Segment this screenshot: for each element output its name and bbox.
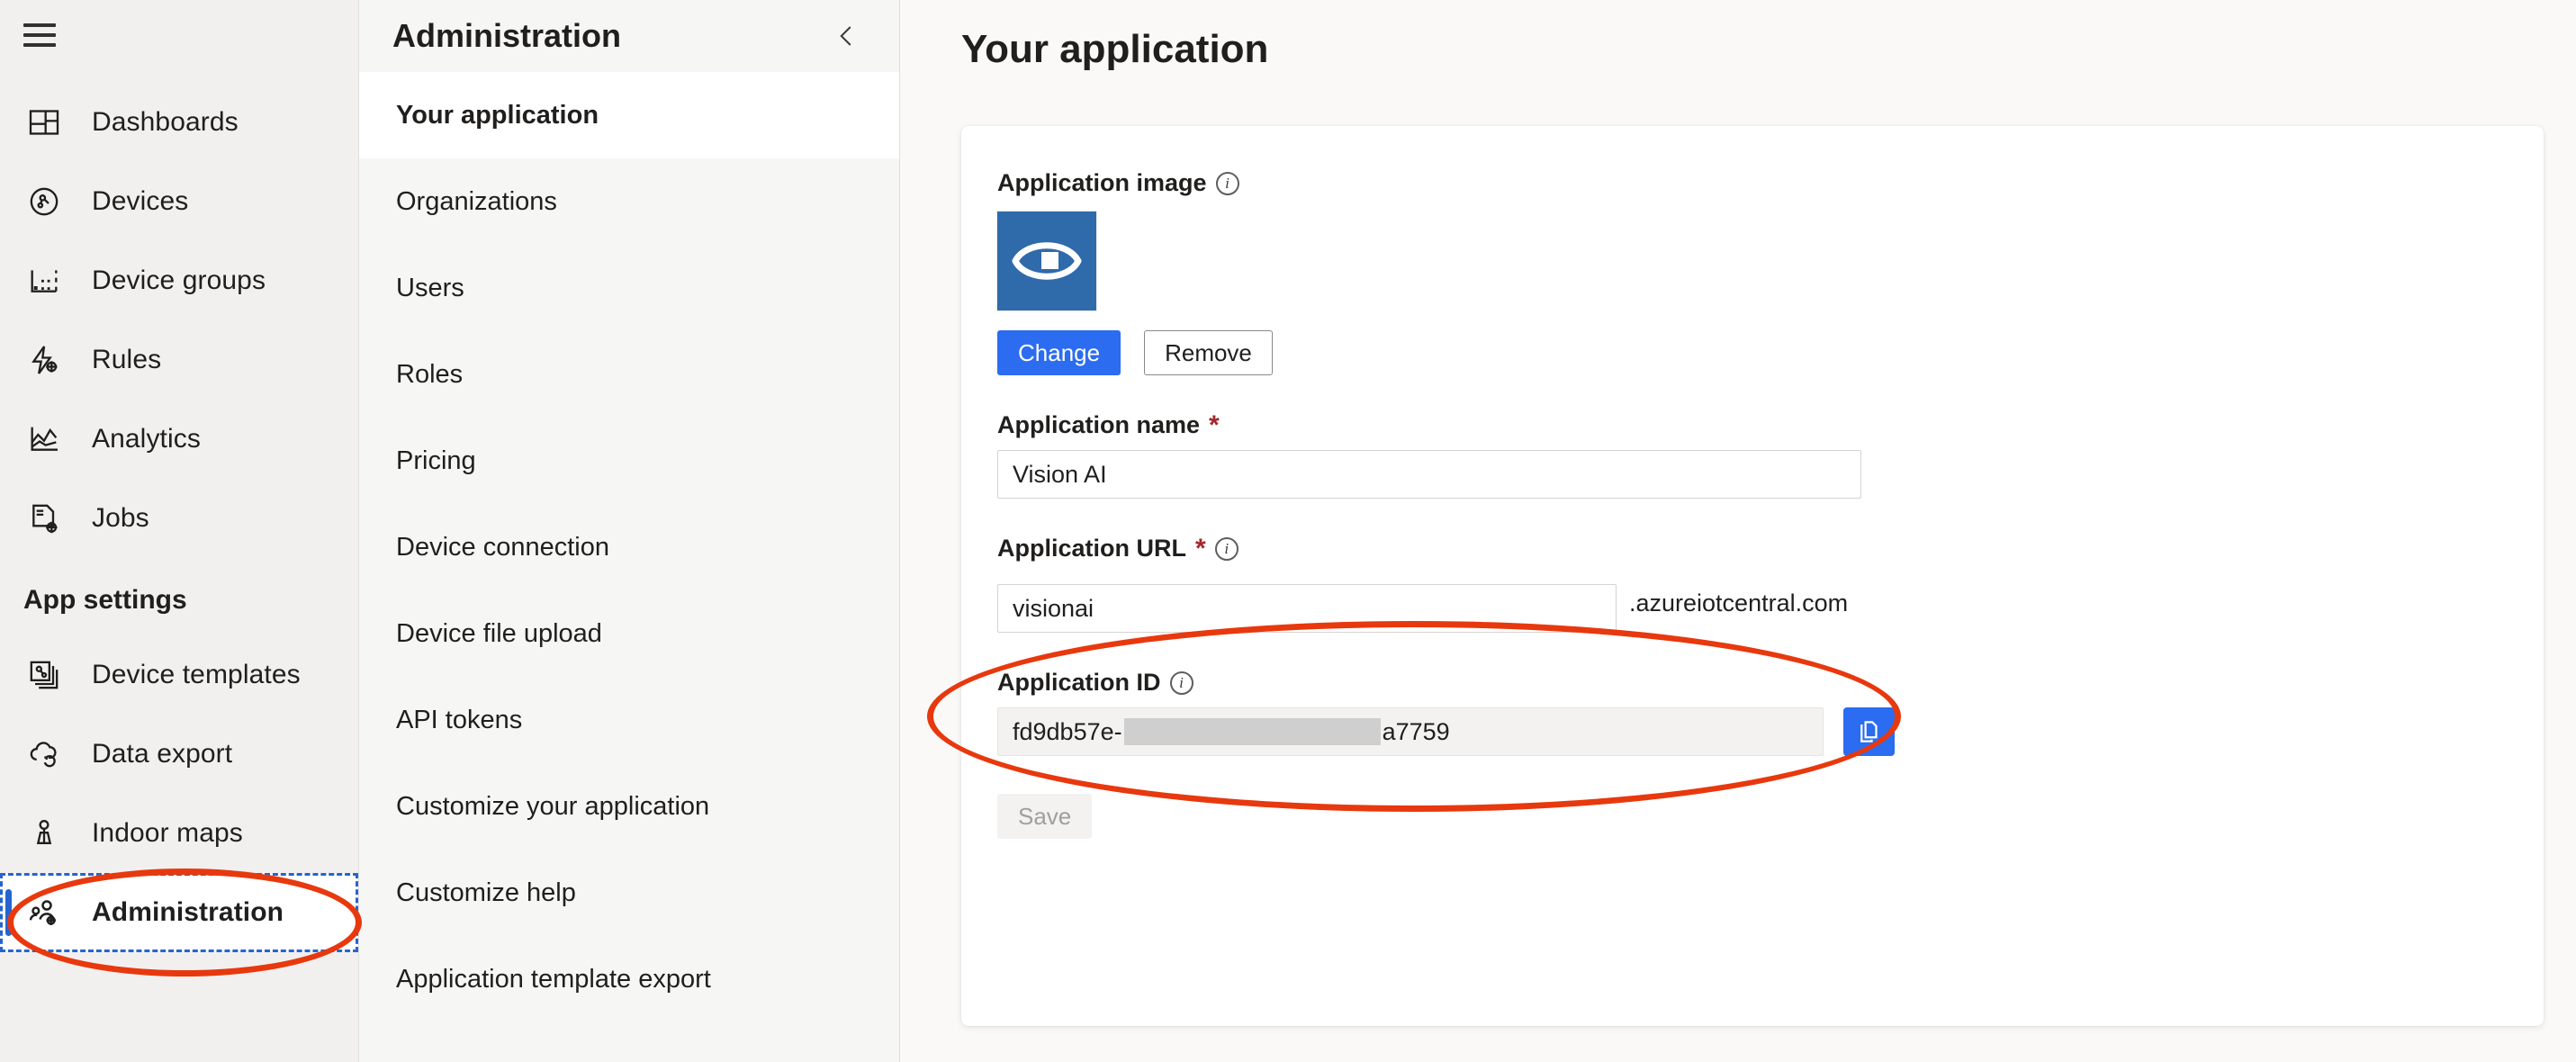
menu-toggle-wrap [0, 0, 358, 70]
subpanel-title: Administration [392, 17, 622, 54]
sidebar-item-label: Data export [92, 739, 233, 769]
remove-image-button[interactable]: Remove [1144, 330, 1273, 375]
subnav-item-device-connection[interactable]: Device connection [359, 504, 899, 590]
sidebar-item-rules[interactable]: Rules [0, 320, 358, 400]
dashboards-icon [23, 102, 65, 143]
subnav-item-roles[interactable]: Roles [359, 331, 899, 418]
save-button-wrap: Save [997, 794, 2544, 839]
rules-icon [23, 339, 65, 381]
hamburger-icon[interactable] [23, 23, 56, 47]
application-id-input[interactable]: fd9db57e-a7759 [997, 707, 1824, 756]
sidebar-item-devices[interactable]: Devices [0, 162, 358, 241]
sidebar-item-label: Device templates [92, 660, 301, 689]
devices-icon [23, 181, 65, 222]
sidebar-item-label: Rules [92, 345, 162, 374]
application-image-label-row: Application image i [997, 169, 2544, 197]
application-name-label: Application name [997, 411, 1201, 438]
application-id-label: Application ID [997, 669, 1161, 696]
application-id-field: Application ID i fd9db57e-a7759 [997, 669, 2544, 756]
sidebar-item-jobs[interactable]: Jobs [0, 479, 358, 558]
sidebar-item-device-templates[interactable]: Device templates [0, 635, 358, 715]
main-content: Your application Application image i Cha… [900, 0, 2576, 1062]
application-url-suffix: .azureiotcentral.com [1629, 589, 1849, 616]
device-templates-icon [23, 654, 65, 696]
application-id-label-row: Application ID i [997, 669, 2544, 697]
subnav-item-customize-your-application[interactable]: Customize your application [359, 763, 899, 850]
device-groups-icon [23, 260, 65, 302]
application-name-label-row: Application name * [997, 411, 2544, 439]
required-marker: * [1195, 533, 1206, 563]
sidebar-item-administration[interactable]: Administration [0, 873, 358, 952]
subnav-item-customize-help[interactable]: Customize help [359, 850, 899, 936]
sidebar-item-label: Device groups [92, 266, 266, 295]
subnav-item-application-template-export[interactable]: Application template export [359, 936, 899, 1022]
application-id-row: fd9db57e-a7759 [997, 707, 2544, 756]
application-url-label-row: Application URL * i [997, 535, 2544, 562]
application-url-field: Application URL * i visionai .azureiotce… [997, 535, 2544, 633]
application-url-label: Application URL [997, 535, 1186, 562]
analytics-icon [23, 418, 65, 460]
redaction-block [1123, 718, 1381, 745]
application-url-row: visionai .azureiotcentral.com [997, 573, 2544, 633]
sidebar-item-label: Analytics [92, 424, 201, 454]
application-name-input[interactable]: Vision AI [997, 450, 1861, 499]
required-marker: * [1209, 410, 1220, 440]
application-image-preview [997, 212, 1096, 310]
sidebar-item-dashboards[interactable]: Dashboards [0, 83, 358, 162]
administration-subpanel: Administration Your application Organiza… [359, 0, 900, 1062]
your-application-card: Application image i Change Remove Applic… [961, 126, 2544, 1026]
app-root: Dashboards Devices Device groups Rules A… [0, 0, 2576, 1062]
info-icon[interactable]: i [1214, 536, 1238, 561]
page-title: Your application [961, 27, 1269, 71]
application-id-prefix: fd9db57e- [1013, 717, 1122, 745]
sidebar-item-device-groups[interactable]: Device groups [0, 241, 358, 320]
sidebar-item-label: Administration [92, 897, 284, 927]
application-name-field: Application name * Vision AI [997, 411, 2544, 499]
subnav-item-api-tokens[interactable]: API tokens [359, 677, 899, 763]
subnav-item-device-file-upload[interactable]: Device file upload [359, 590, 899, 677]
info-icon[interactable]: i [1169, 670, 1193, 695]
subnav-item-organizations[interactable]: Organizations [359, 158, 899, 245]
subnav-item-users[interactable]: Users [359, 245, 899, 331]
administration-icon [23, 892, 65, 933]
left-navigation-rail: Dashboards Devices Device groups Rules A… [0, 0, 359, 1062]
sidebar-item-indoor-maps[interactable]: Indoor maps [0, 794, 358, 873]
copy-icon[interactable] [1843, 707, 1895, 756]
change-image-button[interactable]: Change [997, 330, 1121, 375]
application-id-suffix: a7759 [1382, 717, 1450, 745]
jobs-icon [23, 498, 65, 539]
chevron-left-icon[interactable] [827, 16, 867, 56]
application-image-label: Application image [997, 169, 1207, 196]
indoor-maps-icon [23, 813, 65, 854]
save-button[interactable]: Save [997, 794, 1093, 839]
subpanel-header: Administration [359, 0, 899, 72]
nav-section-title: App settings [23, 585, 187, 615]
sidebar-item-analytics[interactable]: Analytics [0, 400, 358, 479]
subpanel-list: Your application Organizations Users Rol… [359, 72, 899, 1022]
data-export-icon [23, 734, 65, 775]
subnav-item-pricing[interactable]: Pricing [359, 418, 899, 504]
sidebar-item-label: Devices [92, 186, 189, 216]
application-url-input[interactable]: visionai [997, 584, 1617, 633]
application-image-buttons: Change Remove [997, 330, 2544, 375]
sidebar-item-label: Dashboards [92, 107, 239, 137]
info-icon[interactable]: i [1215, 171, 1239, 195]
subnav-item-your-application[interactable]: Your application [359, 72, 899, 158]
sidebar-item-data-export[interactable]: Data export [0, 715, 358, 794]
primary-nav-list: Dashboards Devices Device groups Rules A… [0, 70, 358, 952]
sidebar-item-label: Jobs [92, 503, 149, 533]
sidebar-item-label: Indoor maps [92, 818, 243, 848]
